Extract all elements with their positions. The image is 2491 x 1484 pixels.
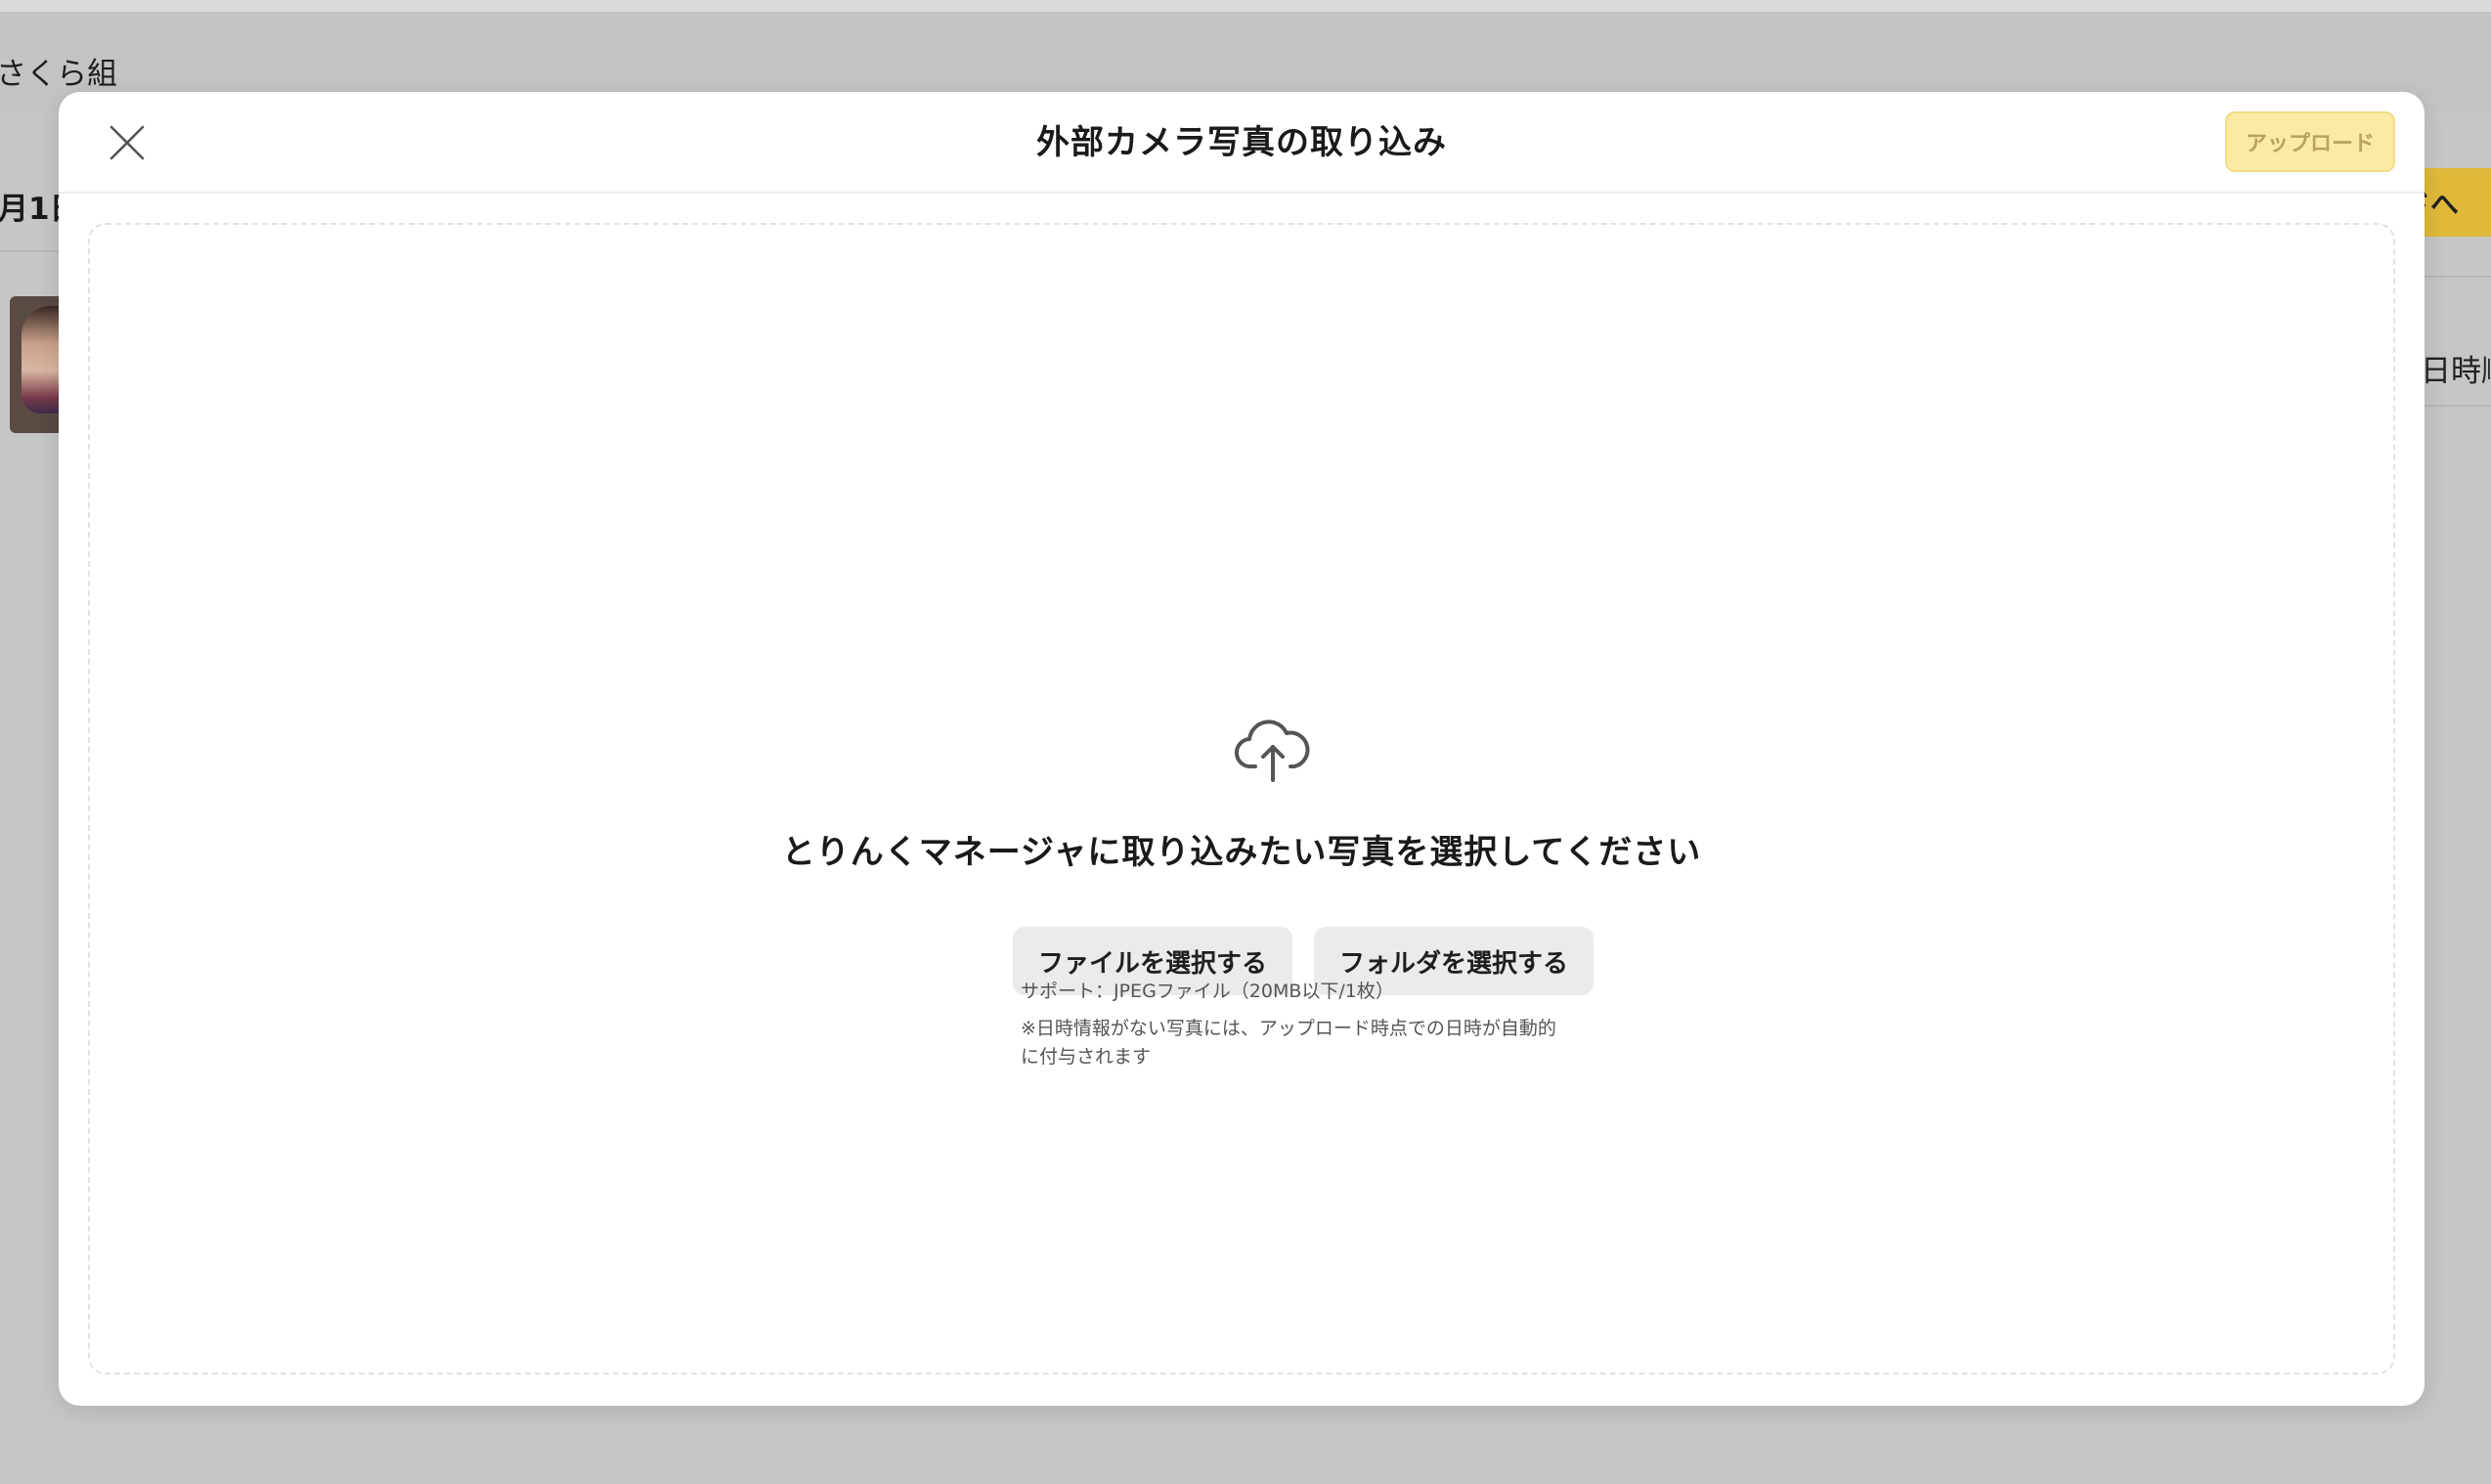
sort-order-label[interactable]: 日時順	[2421, 346, 2491, 390]
cloud-upload-icon	[1234, 720, 1310, 782]
divider	[2415, 405, 2491, 407]
photo-thumbnail[interactable]	[10, 296, 65, 433]
upload-button[interactable]: アップロード	[2225, 111, 2395, 172]
divider	[2415, 276, 2491, 278]
photo-dropzone[interactable]: とりんくマネージャに取り込みたい写真を選択してください ファイルを選択する フォ…	[88, 223, 2395, 1375]
dropzone-heading: とりんくマネージャに取り込みたい写真を選択してください	[781, 833, 1702, 872]
top-strip	[0, 0, 2491, 12]
divider	[0, 250, 59, 252]
modal-header: 外部カメラ写真の取り込み アップロード	[59, 92, 2425, 194]
modal-title: 外部カメラ写真の取り込み	[1036, 123, 1447, 162]
class-name[interactable]: さくら組	[0, 49, 117, 93]
support-info: サポート：JPEGファイル（20MB以下/1枚）	[1021, 981, 1394, 1002]
import-modal: 外部カメラ写真の取り込み アップロード とりんくマネージャに取り込みたい写真を選…	[59, 92, 2425, 1406]
timestamp-note: ※日時情報がない写真には、アップロード時点での日時が自動的に付与されます	[1021, 1018, 1556, 1068]
